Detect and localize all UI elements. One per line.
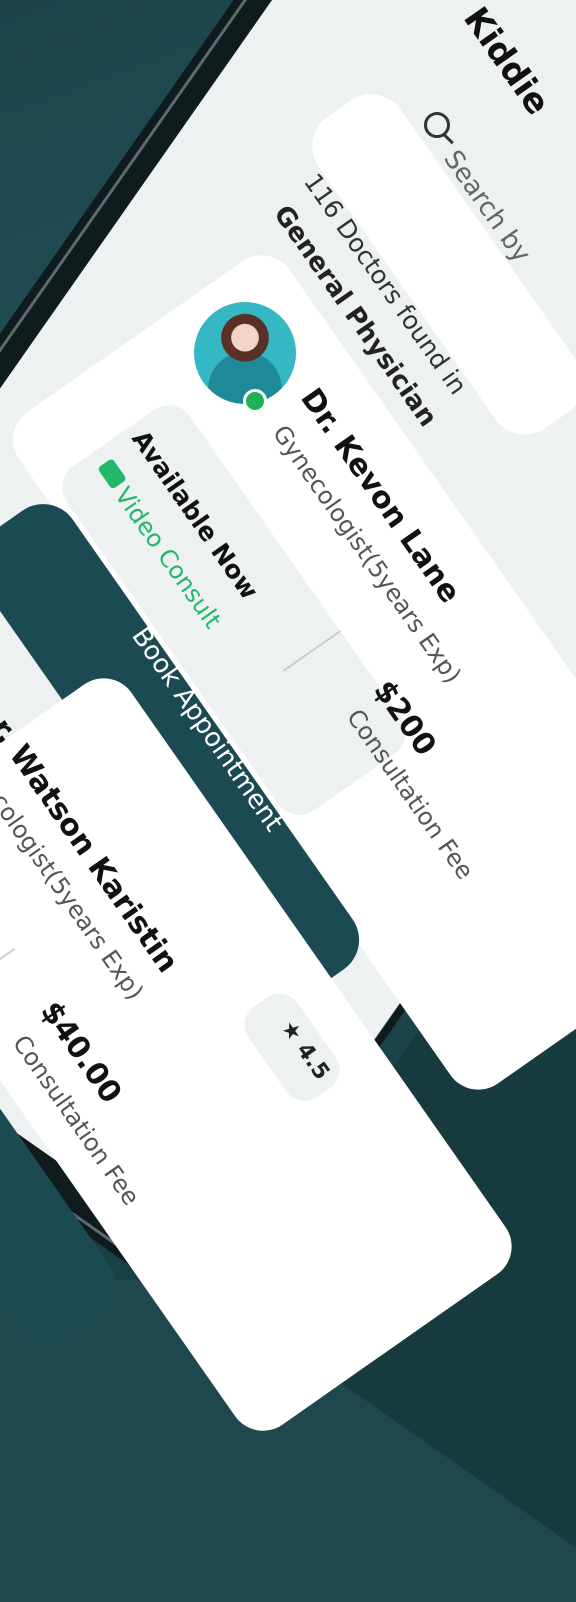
online-status-dot — [243, 389, 267, 413]
avatar — [194, 302, 296, 404]
search-icon — [424, 112, 450, 138]
